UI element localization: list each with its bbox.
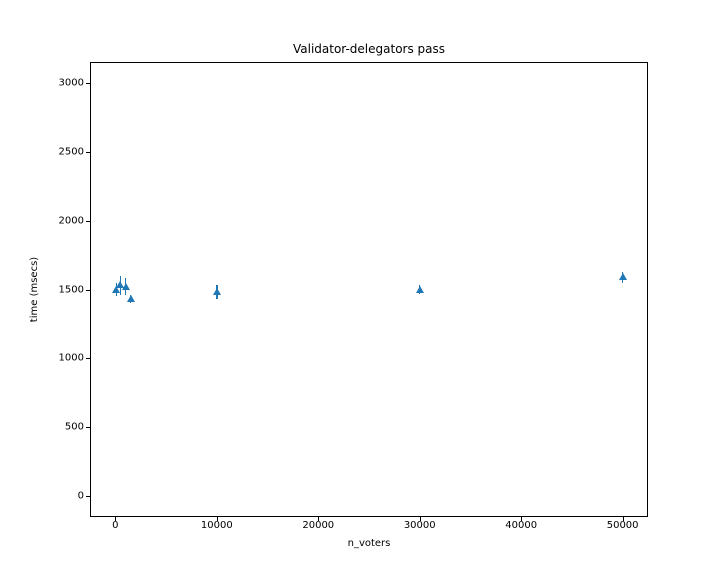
y-tick-mark	[86, 152, 90, 153]
y-tick-mark	[86, 83, 90, 84]
x-tick-label: 40000	[505, 520, 537, 531]
y-tick-mark	[86, 427, 90, 428]
x-tick-label: 50000	[607, 520, 639, 531]
marker-triangle-icon	[619, 273, 627, 280]
y-tick-mark	[86, 221, 90, 222]
marker-triangle-icon	[127, 295, 135, 302]
y-tick-label: 1500	[34, 284, 84, 295]
x-tick-label: 0	[112, 520, 118, 531]
y-tick-label: 2000	[34, 215, 84, 226]
x-tick-label: 10000	[201, 520, 233, 531]
y-tick-label: 2500	[34, 146, 84, 157]
y-tick-mark	[86, 496, 90, 497]
x-tick-label: 30000	[404, 520, 436, 531]
marker-triangle-icon	[416, 286, 424, 293]
chart-title: Validator-delegators pass	[90, 42, 648, 56]
y-tick-label: 500	[34, 422, 84, 433]
chart-figure: Validator-delegators pass n_voters time …	[0, 0, 720, 576]
y-tick-label: 1000	[34, 353, 84, 364]
y-tick-label: 3000	[34, 77, 84, 88]
y-tick-mark	[86, 358, 90, 359]
marker-triangle-icon	[213, 288, 221, 295]
marker-triangle-icon	[122, 283, 130, 290]
y-tick-label: 0	[34, 491, 84, 502]
plot-area	[90, 62, 648, 517]
x-tick-label: 20000	[302, 520, 334, 531]
x-axis-label: n_voters	[90, 538, 648, 549]
y-tick-mark	[86, 290, 90, 291]
